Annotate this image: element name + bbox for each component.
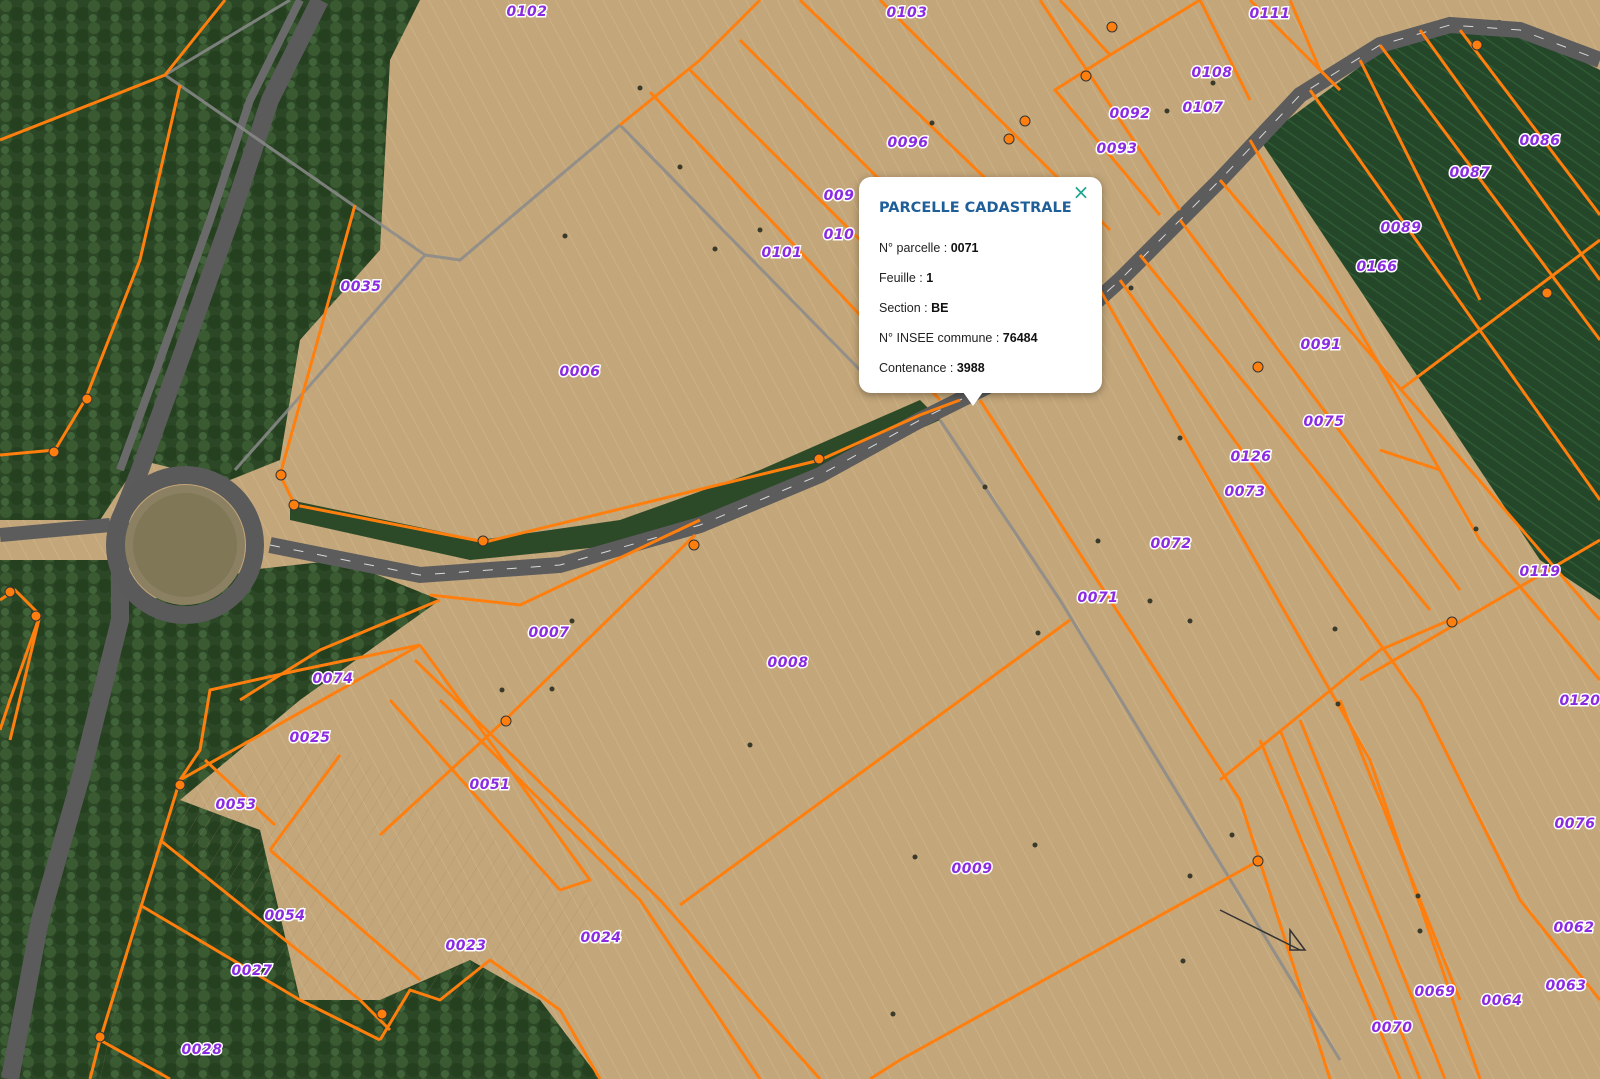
parcel-label-0101[interactable]: 0101 bbox=[760, 244, 803, 263]
parcel-label-0051[interactable]: 0051 bbox=[468, 776, 511, 795]
parcel-number-row: N° parcelle : 0071 bbox=[879, 241, 979, 255]
parcel-label-0119[interactable]: 0119 bbox=[1518, 563, 1561, 582]
parcel-label-0074[interactable]: 0074 bbox=[311, 670, 354, 689]
parcel-label-0007[interactable]: 0007 bbox=[527, 624, 570, 643]
section-row: Section : BE bbox=[879, 301, 949, 315]
parcel-label-0027[interactable]: 0027 bbox=[230, 962, 273, 981]
insee-value: 76484 bbox=[1002, 331, 1038, 345]
parcel-label-0071[interactable]: 0071 bbox=[1076, 589, 1119, 608]
area-value: 3988 bbox=[956, 361, 985, 375]
parcel-label-0072[interactable]: 0072 bbox=[1149, 535, 1192, 554]
close-icon[interactable]: × bbox=[1070, 181, 1092, 203]
parcel-label-0092[interactable]: 0092 bbox=[1108, 105, 1151, 124]
parcel-number-value: 0071 bbox=[950, 241, 979, 255]
parcel-label-0075[interactable]: 0075 bbox=[1302, 413, 1345, 432]
parcel-label-0103[interactable]: 0103 bbox=[885, 4, 928, 23]
parcel-label-0009[interactable]: 0009 bbox=[950, 860, 993, 879]
parcel-label-0063[interactable]: 0063 bbox=[1544, 977, 1587, 996]
insee-row: N° INSEE commune : 76484 bbox=[879, 331, 1038, 345]
area-row: Contenance : 3988 bbox=[879, 361, 985, 375]
parcel-label-0070[interactable]: 0070 bbox=[1370, 1019, 1413, 1038]
satellite-map[interactable]: 0102 0103 0111 0108 0092 0107 0096 0093 0086 0087… bbox=[0, 0, 1600, 1079]
parcel-label-0028[interactable]: 0028 bbox=[180, 1041, 223, 1060]
parcel-label-0064[interactable]: 0064 bbox=[1480, 992, 1523, 1011]
parcel-label-0073[interactable]: 0073 bbox=[1223, 483, 1266, 502]
parcel-label-0102[interactable]: 0102 bbox=[505, 3, 548, 22]
parcel-label-0024[interactable]: 0024 bbox=[579, 929, 622, 948]
parcel-label-0025[interactable]: 0025 bbox=[288, 729, 331, 748]
parcel-label-0107[interactable]: 0107 bbox=[1181, 99, 1224, 118]
parcel-label-0108[interactable]: 0108 bbox=[1190, 64, 1233, 83]
section-value: BE bbox=[931, 301, 949, 315]
parcel-label-0087[interactable]: 0087 bbox=[1448, 164, 1491, 183]
parcel-label-0023[interactable]: 0023 bbox=[444, 937, 487, 956]
parcel-label-010[interactable]: 010 bbox=[822, 226, 855, 245]
parcel-label-0035[interactable]: 0035 bbox=[339, 278, 382, 297]
parcel-label-0120[interactable]: 0120 bbox=[1558, 692, 1600, 711]
parcel-popup: × PARCELLE CADASTRALE N° parcelle : 0071… bbox=[859, 177, 1102, 406]
parcel-label-0062[interactable]: 0062 bbox=[1552, 919, 1595, 938]
parcel-label-0069[interactable]: 0069 bbox=[1413, 983, 1456, 1002]
popup-title: PARCELLE CADASTRALE bbox=[879, 200, 1072, 216]
parcel-label-0111[interactable]: 0111 bbox=[1248, 5, 1291, 24]
parcel-label-0008[interactable]: 0008 bbox=[766, 654, 809, 673]
parcel-label-0093[interactable]: 0093 bbox=[1095, 140, 1138, 159]
parcel-label-0076[interactable]: 0076 bbox=[1553, 815, 1596, 834]
roundabout-grass bbox=[133, 493, 237, 597]
sheet-row: Feuille : 1 bbox=[879, 271, 934, 285]
parcel-label-0091[interactable]: 0091 bbox=[1299, 336, 1342, 355]
parcel-label-0126[interactable]: 0126 bbox=[1229, 448, 1272, 467]
parcel-label-009[interactable]: 009 bbox=[822, 187, 855, 206]
sheet-value: 1 bbox=[926, 271, 934, 285]
parcel-label-0096[interactable]: 0096 bbox=[886, 134, 929, 153]
parcel-label-0054[interactable]: 0054 bbox=[263, 907, 306, 926]
parcel-label-0086[interactable]: 0086 bbox=[1518, 132, 1561, 151]
parcel-label-0166[interactable]: 0166 bbox=[1355, 258, 1398, 277]
road-west-spur bbox=[0, 518, 111, 542]
parcel-label-0053[interactable]: 0053 bbox=[214, 796, 257, 815]
parcel-label-0089[interactable]: 0089 bbox=[1379, 219, 1422, 238]
parcel-label-0006[interactable]: 0006 bbox=[558, 363, 601, 382]
